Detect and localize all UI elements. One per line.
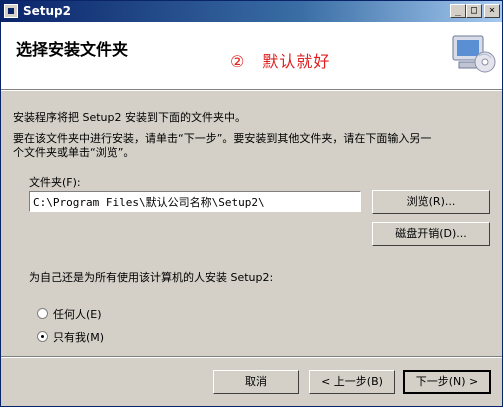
folder-path-input[interactable]: C:\Program Files\默认公司名称\Setup2\ <box>29 191 361 212</box>
maximize-button[interactable]: □ <box>466 4 482 18</box>
only-me-radio[interactable] <box>37 331 48 342</box>
computer-cd-icon <box>452 35 496 73</box>
back-button[interactable]: < 上一步(B) <box>309 370 395 394</box>
footer-divider-highlight <box>1 357 502 358</box>
annotation-text: ② 默认就好 <box>230 52 331 71</box>
minimize-button[interactable]: _ <box>450 4 466 18</box>
window-title: Setup2 <box>23 4 71 18</box>
page-title: 选择安装文件夹 <box>16 40 129 59</box>
folder-label: 文件夹(F): <box>29 176 81 189</box>
setup-app-icon <box>4 4 18 18</box>
browse-button[interactable]: 浏览(R)... <box>372 190 490 214</box>
header-divider <box>1 90 502 91</box>
instruction-line-2: 个文件夹或单击“浏览”。 <box>13 146 135 159</box>
intro-text: 安装程序将把 Setup2 安装到下面的文件夹中。 <box>13 111 247 124</box>
everyone-radio[interactable] <box>37 308 48 319</box>
cancel-button[interactable]: 取消 <box>213 370 299 394</box>
close-button[interactable]: × <box>484 4 500 18</box>
title-bar[interactable]: Setup2 _ □ × <box>1 1 502 22</box>
setup-window: Setup2 _ □ × 选择安装文件夹 ② 默认就好 安装程序将把 Setup… <box>0 0 503 407</box>
header-banner: 选择安装文件夹 ② 默认就好 <box>1 22 502 90</box>
disk-cost-button[interactable]: 磁盘开销(D)... <box>372 222 490 246</box>
next-button[interactable]: 下一步(N) > <box>403 370 491 394</box>
everyone-label[interactable]: 任何人(E) <box>53 306 102 322</box>
only-me-label[interactable]: 只有我(M) <box>53 329 104 345</box>
install-for-prompt: 为自己还是为所有使用该计算机的人安装 Setup2: <box>29 271 274 284</box>
